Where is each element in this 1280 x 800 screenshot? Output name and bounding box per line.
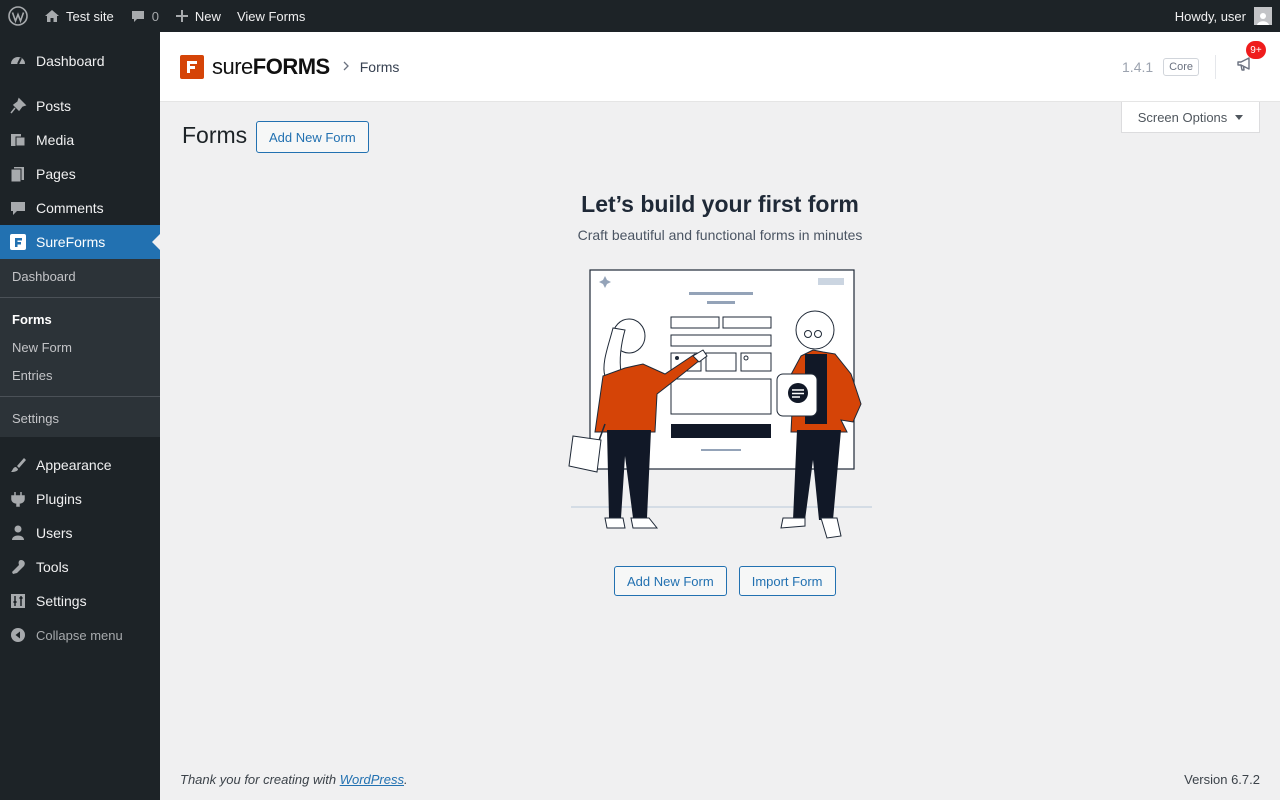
- import-form-button[interactable]: Import Form: [738, 566, 836, 596]
- collapse-menu-button[interactable]: Collapse menu: [0, 618, 160, 652]
- comment-icon: [130, 8, 146, 24]
- footer-thanks: Thank you for creating with WordPress.: [180, 772, 408, 787]
- menu-plugins-label: Plugins: [36, 491, 82, 507]
- account-menu[interactable]: Howdy, user: [1167, 0, 1280, 32]
- plugin-icon: [0, 490, 36, 508]
- menu-media-label: Media: [36, 132, 75, 148]
- empty-state-subtitle: Craft beautiful and functional forms in …: [577, 227, 863, 243]
- megaphone-icon: [1236, 57, 1254, 77]
- empty-add-new-form-button[interactable]: Add New Form: [614, 566, 727, 596]
- version-number: 1.4.1: [1122, 58, 1154, 75]
- submenu-dashboard[interactable]: Dashboard: [0, 263, 160, 291]
- menu-comments[interactable]: Comments: [0, 191, 160, 225]
- menu-pages-label: Pages: [36, 166, 76, 182]
- sureforms-logo-icon: [180, 54, 204, 79]
- dashboard-icon: [0, 52, 36, 70]
- new-label: New: [194, 8, 221, 24]
- collapse-icon: [0, 627, 36, 643]
- caret-down-icon: [1235, 114, 1244, 120]
- menu-users-label: Users: [36, 525, 73, 541]
- media-icon: [0, 131, 36, 149]
- sureforms-logo[interactable]: sureFORMS: [180, 54, 330, 80]
- new-content-link[interactable]: New: [167, 0, 229, 32]
- empty-state-illustration: [565, 264, 875, 549]
- wrench-icon: [0, 558, 36, 576]
- menu-dashboard[interactable]: Dashboard: [0, 44, 160, 78]
- admin-bar: Test site 0 New View Forms Howdy, user: [0, 0, 1280, 32]
- breadcrumb: Forms: [359, 58, 400, 75]
- user-icon: [0, 524, 36, 542]
- chevron-right-icon: [342, 60, 350, 74]
- sliders-icon: [0, 592, 36, 610]
- menu-sureforms[interactable]: SureForms: [0, 225, 160, 259]
- notifications-button[interactable]: 9+: [1236, 41, 1266, 78]
- view-forms-link[interactable]: View Forms: [229, 0, 313, 32]
- collapse-menu-label: Collapse menu: [36, 627, 123, 643]
- comments-count: 0: [151, 8, 159, 24]
- menu-comments-label: Comments: [36, 200, 104, 216]
- site-name-link[interactable]: Test site: [36, 0, 122, 32]
- notification-badge: 9+: [1246, 41, 1266, 59]
- screen-options-label: Screen Options: [1137, 109, 1228, 125]
- menu-tools-label: Tools: [36, 559, 69, 575]
- greeting: Howdy, user: [1174, 8, 1246, 24]
- brush-icon: [0, 456, 36, 474]
- menu-media[interactable]: Media: [0, 123, 160, 157]
- screen-options-button[interactable]: Screen Options: [1121, 102, 1260, 133]
- menu-settings-label: Settings: [36, 593, 87, 609]
- menu-plugins[interactable]: Plugins: [0, 482, 160, 516]
- admin-sidebar: Dashboard Posts Media Pages Comments Sur…: [0, 32, 160, 800]
- menu-appearance-label: Appearance: [36, 457, 112, 473]
- pages-icon: [0, 165, 36, 183]
- sureforms-submenu: Dashboard Forms New Form Entries Setting…: [0, 259, 160, 437]
- menu-appearance[interactable]: Appearance: [0, 448, 160, 482]
- avatar: [1254, 7, 1272, 25]
- sureforms-logo-text: sureFORMS: [212, 53, 330, 79]
- submenu-divider: [0, 297, 160, 298]
- header-divider: [1215, 54, 1216, 79]
- add-new-form-button[interactable]: Add New Form: [256, 121, 369, 153]
- footer-version: Version 6.7.2: [1184, 772, 1260, 787]
- site-name: Test site: [66, 8, 114, 24]
- plugin-header: sureFORMS Forms 1.4.1 Core 9+: [160, 32, 1280, 102]
- wordpress-link[interactable]: WordPress: [340, 772, 404, 787]
- submenu-entries[interactable]: Entries: [0, 362, 160, 390]
- edition-badge: Core: [1163, 57, 1199, 76]
- view-forms-label: View Forms: [236, 8, 306, 24]
- empty-state-title: Let’s build your first form: [581, 191, 859, 217]
- page-title: Forms: [182, 122, 248, 148]
- empty-state-actions: Add New Form Import Form: [614, 566, 836, 596]
- comments-link[interactable]: 0: [122, 0, 167, 32]
- submenu-divider: [0, 396, 160, 397]
- menu-dashboard-label: Dashboard: [36, 53, 105, 69]
- plus-icon: [175, 9, 189, 23]
- pin-icon: [0, 97, 36, 115]
- footer-thanks-prefix: Thank you for creating with: [180, 772, 340, 787]
- wordpress-logo-icon[interactable]: [0, 0, 36, 32]
- menu-settings[interactable]: Settings: [0, 584, 160, 618]
- menu-posts[interactable]: Posts: [0, 89, 160, 123]
- footer-thanks-suffix: .: [404, 772, 408, 787]
- menu-tools[interactable]: Tools: [0, 550, 160, 584]
- menu-sureforms-label: SureForms: [36, 234, 106, 250]
- submenu-settings[interactable]: Settings: [0, 405, 160, 433]
- menu-posts-label: Posts: [36, 98, 72, 114]
- sureforms-icon: [0, 233, 36, 251]
- menu-pages[interactable]: Pages: [0, 157, 160, 191]
- submenu-forms[interactable]: Forms: [0, 306, 160, 334]
- menu-users[interactable]: Users: [0, 516, 160, 550]
- submenu-new-form[interactable]: New Form: [0, 334, 160, 362]
- home-icon: [44, 8, 60, 24]
- comment-icon: [0, 199, 36, 217]
